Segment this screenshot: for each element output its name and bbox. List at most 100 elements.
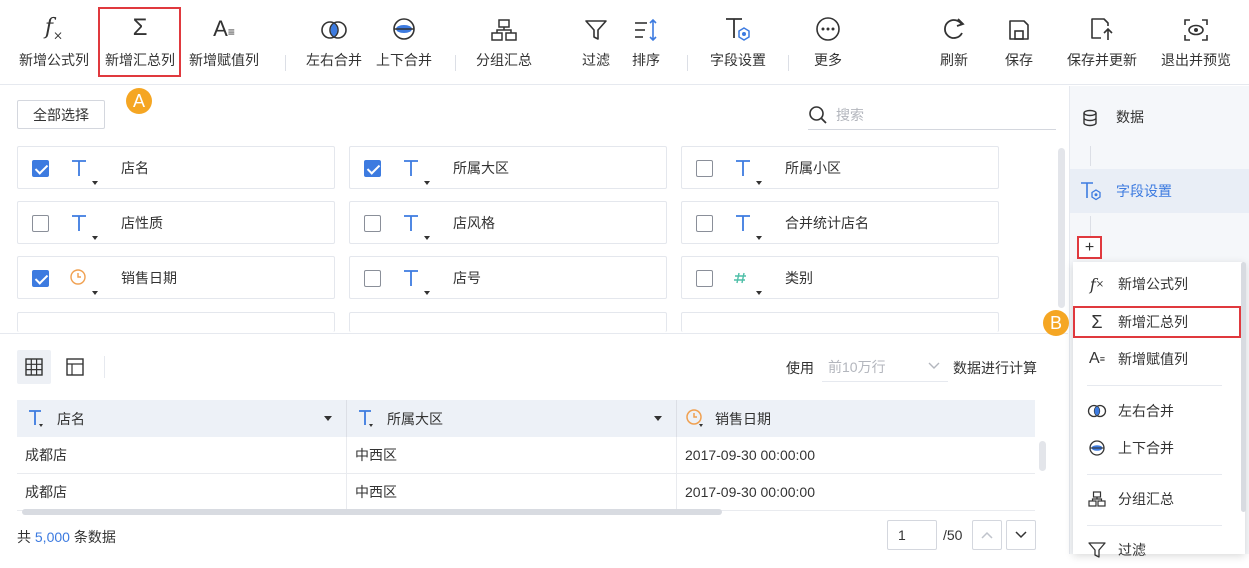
text-type-icon[interactable]	[68, 157, 106, 185]
more-icon	[816, 17, 840, 41]
field-card[interactable]: 销售日期	[17, 256, 335, 299]
grid-view-button[interactable]	[17, 350, 51, 384]
add-formula-column-button[interactable]: f× 新增公式列	[14, 0, 94, 84]
field-card[interactable]: 店性质	[17, 201, 335, 244]
table-horizontal-scrollbar[interactable]	[22, 509, 722, 515]
text-type-icon[interactable]	[732, 157, 770, 185]
column-menu-caret[interactable]	[654, 416, 662, 421]
field-checkbox[interactable]	[696, 270, 713, 287]
field-card[interactable]: 店号	[349, 256, 667, 299]
field-name: 销售日期	[121, 270, 177, 286]
prev-page-button[interactable]	[972, 520, 1002, 550]
number-type-icon[interactable]	[732, 267, 770, 295]
menu-item-group-summary[interactable]: 分组汇总	[1073, 481, 1245, 517]
assign-icon: A≡	[213, 16, 235, 41]
layout-view-icon	[66, 358, 84, 376]
search-input[interactable]	[836, 106, 1036, 123]
table-vertical-scrollbar[interactable]	[1039, 441, 1046, 471]
merge-vertical-button[interactable]: 上下合并	[370, 0, 438, 84]
column-menu-caret[interactable]	[324, 416, 332, 421]
next-page-button[interactable]	[1006, 520, 1036, 550]
field-name: 店名	[121, 160, 149, 176]
menu-item-merge-horizontal[interactable]: 左右合并	[1073, 393, 1245, 429]
text-type-icon[interactable]	[400, 267, 438, 295]
toolbar: f× 新增公式列 Σ 新增汇总列 A≡ 新增赋值列 左右合并 上下合并 分组汇总…	[0, 0, 1249, 85]
merge-horizontal-icon	[1087, 404, 1107, 418]
select-all-button[interactable]: 全部选择	[17, 100, 105, 129]
field-checkbox[interactable]	[32, 270, 49, 287]
menu-item-add-assign-column[interactable]: A ≡ 新增赋值列	[1073, 341, 1245, 377]
column-header-region[interactable]: 所属大区	[347, 400, 677, 437]
field-name: 类别	[785, 270, 813, 286]
add-step-button[interactable]: +	[1077, 236, 1102, 259]
main-panel: 全部选择 店名所属大区所属小区店性质店风格合并统计店名销售日期店号类别 使用 前…	[0, 86, 1068, 554]
sort-button[interactable]: 排序	[624, 0, 668, 84]
add-assign-column-button[interactable]: A≡ 新增赋值列	[184, 0, 264, 84]
text-type-icon[interactable]	[400, 212, 438, 240]
text-type-icon[interactable]	[732, 212, 770, 240]
field-card[interactable]: 店风格	[349, 201, 667, 244]
search-icon	[809, 105, 827, 124]
table-cell: 成都店	[17, 474, 347, 511]
highlight-box-b	[1073, 306, 1241, 338]
table-cell: 中西区	[347, 437, 677, 474]
filter-button[interactable]: 过滤	[574, 0, 618, 84]
chevron-down-icon	[928, 362, 940, 369]
text-type-icon	[27, 408, 49, 430]
field-card[interactable]: 类别	[681, 256, 999, 299]
total-count: 5,000	[34, 529, 70, 545]
column-header-store[interactable]: 店名	[17, 400, 347, 437]
merge-horizontal-button[interactable]: 左右合并	[300, 0, 368, 84]
field-checkbox[interactable]	[364, 160, 381, 177]
field-checkbox[interactable]	[32, 215, 49, 232]
refresh-button[interactable]: 刷新	[932, 0, 976, 84]
field-checkbox[interactable]	[364, 215, 381, 232]
field-checkbox[interactable]	[696, 160, 713, 177]
field-checkbox[interactable]	[364, 270, 381, 287]
filter-icon	[1088, 542, 1106, 558]
chevron-up-icon	[981, 531, 993, 539]
menu-scrollbar[interactable]	[1241, 262, 1246, 512]
group-summary-icon	[1088, 491, 1106, 507]
field-settings-button[interactable]: 字段设置	[700, 0, 776, 84]
field-card-partial	[349, 312, 667, 332]
field-name: 店性质	[121, 215, 163, 231]
table-cell: 2017-09-30 00:00:00	[677, 437, 1035, 474]
field-checkbox[interactable]	[696, 215, 713, 232]
group-summary-button[interactable]: 分组汇总	[470, 0, 538, 84]
filter-icon	[585, 20, 607, 40]
column-header-sales-date[interactable]: 销售日期	[677, 400, 1035, 437]
annotation-badge-b: B	[1043, 310, 1069, 336]
table-cell: 中西区	[347, 474, 677, 511]
field-card[interactable]: 店名	[17, 146, 335, 189]
date-type-icon[interactable]	[68, 267, 106, 295]
field-checkbox[interactable]	[32, 160, 49, 177]
step-data[interactable]: 数据	[1070, 95, 1249, 139]
exit-and-preview-button[interactable]: 退出并预览	[1156, 0, 1236, 84]
menu-item-filter[interactable]: 过滤	[1073, 532, 1245, 568]
table-cell: 成都店	[17, 437, 347, 474]
grid-view-icon	[25, 358, 43, 376]
save-update-icon	[1091, 18, 1113, 40]
save-and-update-button[interactable]: 保存并更新	[1062, 0, 1142, 84]
layout-view-button[interactable]	[58, 350, 92, 384]
text-type-icon[interactable]	[68, 212, 106, 240]
fx-icon: f×	[1089, 274, 1105, 294]
field-name: 店号	[453, 270, 481, 286]
group-summary-icon	[491, 19, 517, 41]
field-card[interactable]: 合并统计店名	[681, 201, 999, 244]
merge-horizontal-icon	[321, 21, 347, 39]
field-card[interactable]: 所属小区	[681, 146, 999, 189]
search-box	[808, 100, 1056, 130]
menu-item-merge-vertical[interactable]: 上下合并	[1073, 430, 1245, 466]
field-card[interactable]: 所属大区	[349, 146, 667, 189]
save-button[interactable]: 保存	[997, 0, 1041, 84]
field-list-scrollbar[interactable]	[1058, 148, 1065, 308]
page-number-input[interactable]: 1	[887, 520, 937, 550]
menu-item-add-formula-column[interactable]: f × 新增公式列	[1073, 266, 1245, 302]
more-button[interactable]: 更多	[806, 0, 850, 84]
text-type-icon[interactable]	[400, 157, 438, 185]
rows-limit-select[interactable]: 前10万行	[822, 352, 948, 382]
step-field-settings[interactable]: 字段设置	[1070, 169, 1249, 213]
compute-label: 数据进行计算	[953, 360, 1037, 376]
